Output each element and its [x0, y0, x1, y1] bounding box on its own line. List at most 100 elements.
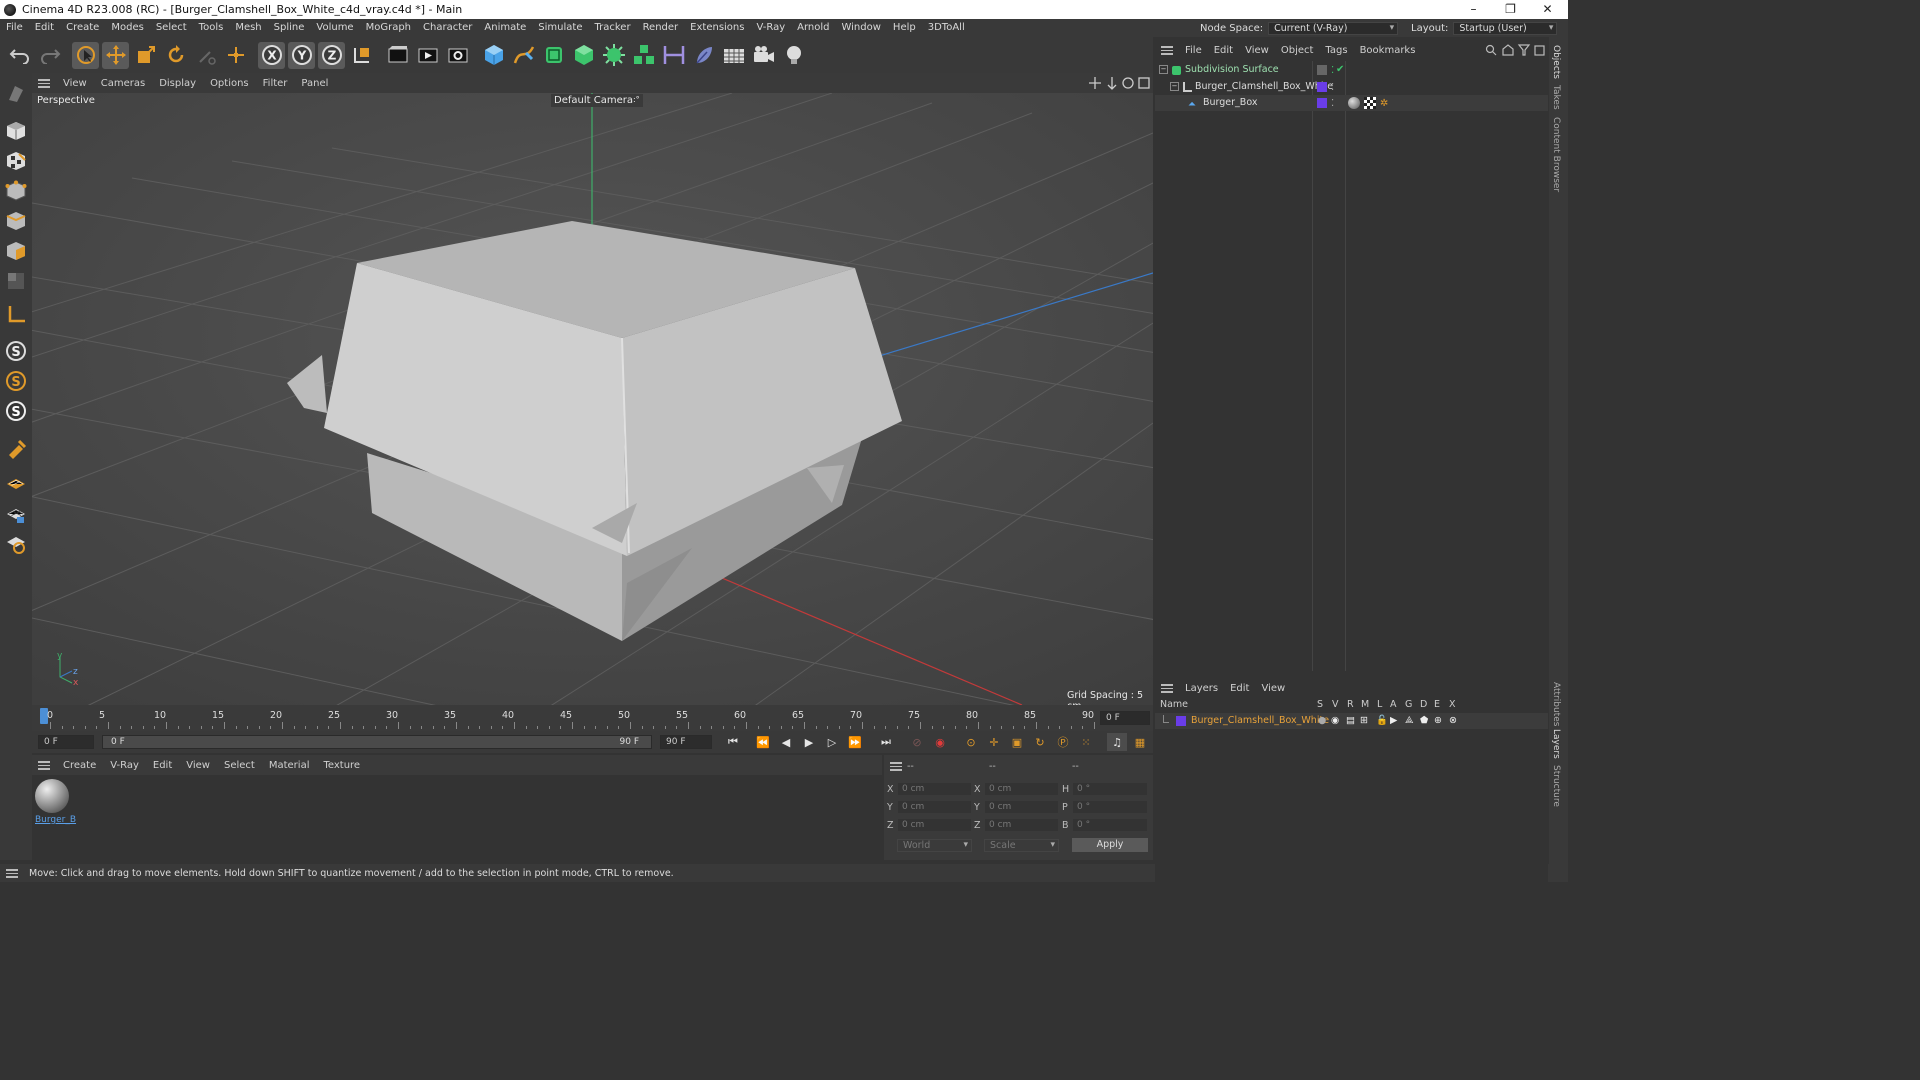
layer-name[interactable]: Burger_Clamshell_Box_White	[1191, 713, 1329, 729]
record-keys-icon[interactable]: ⊘	[907, 733, 927, 751]
objects-menu-file[interactable]: File	[1179, 45, 1208, 56]
material-name[interactable]: Burger_B	[35, 815, 76, 825]
recent-tools-icon[interactable]	[192, 42, 219, 69]
column-view[interactable]: V	[1332, 699, 1339, 710]
3d-viewport[interactable]: Perspective Default Camera :° Grid Spaci…	[32, 93, 1153, 705]
snap-icon[interactable]: S	[3, 338, 28, 363]
size-x-field[interactable]: 0 cm	[984, 782, 1059, 796]
object-row-burger-clamshell-box-white[interactable]: − Burger_Clamshell_Box_White ⁚	[1155, 79, 1548, 95]
rotate-icon[interactable]	[162, 42, 189, 69]
menu-tools[interactable]: Tools	[193, 19, 230, 37]
objects-menu-tags[interactable]: Tags	[1319, 45, 1353, 56]
previous-keyframe-icon[interactable]: ⏪	[753, 733, 773, 751]
cube-primitive-icon[interactable]	[480, 42, 507, 69]
object-row-subdivision-surface[interactable]: − Subdivision Surface ⁚ ✔	[1155, 62, 1548, 78]
go-to-end-icon[interactable]: ⏭	[876, 733, 896, 751]
side-tab-structure[interactable]: Structure	[1551, 765, 1561, 807]
menu-file[interactable]: File	[0, 19, 29, 37]
polygons-mode-icon[interactable]	[3, 238, 28, 263]
current-frame-field[interactable]: 0 F	[1100, 711, 1150, 725]
collapse-toggle-icon[interactable]: −	[1159, 65, 1168, 74]
viewport-menu-cameras[interactable]: Cameras	[94, 78, 152, 89]
y-axis-lock-icon[interactable]: Y	[288, 41, 315, 69]
enabled-check-icon[interactable]: ✔	[1336, 62, 1344, 78]
size-mode-dropdown[interactable]: Scale	[984, 839, 1059, 852]
objects-menu-edit[interactable]: Edit	[1208, 45, 1239, 56]
uv-mode-icon[interactable]	[3, 268, 28, 293]
end-frame-field[interactable]: 90 F	[660, 735, 712, 749]
side-tab-takes[interactable]: Takes	[1551, 85, 1561, 110]
edges-mode-icon[interactable]	[3, 208, 28, 233]
column-locked[interactable]: L	[1377, 699, 1382, 710]
key-rotation-icon[interactable]: ↻	[1030, 733, 1050, 751]
layer-color-swatch[interactable]	[1317, 82, 1327, 92]
visibility-dots-icon[interactable]: ⁚	[1331, 96, 1334, 112]
layer-color-swatch[interactable]	[1317, 98, 1327, 108]
cloner-icon[interactable]	[600, 42, 627, 69]
material-menu-texture[interactable]: Texture	[316, 760, 367, 771]
objects-menu-icon[interactable]	[1161, 45, 1173, 55]
camera-icon[interactable]	[750, 42, 777, 69]
rot-p-field[interactable]: 0 °	[1072, 800, 1148, 814]
scale-icon[interactable]	[132, 42, 159, 69]
layer-generators-icon[interactable]: ⟁	[1405, 713, 1413, 729]
subdivision-surface-icon[interactable]	[540, 42, 567, 69]
redo-icon[interactable]	[36, 42, 63, 69]
menu-tracker[interactable]: Tracker	[588, 19, 636, 37]
world-axis-icon[interactable]	[222, 42, 249, 69]
key-pla-icon[interactable]: ⁙	[1076, 733, 1096, 751]
material-menu-select[interactable]: Select	[217, 760, 262, 771]
coordinates-menu-icon[interactable]	[890, 762, 902, 771]
menu-vray[interactable]: V-Ray	[750, 19, 791, 37]
menu-extensions[interactable]: Extensions	[684, 19, 750, 37]
coordinate-mode-dropdown[interactable]: World	[897, 839, 972, 852]
layer-deformers-icon[interactable]: ⬟	[1420, 713, 1428, 729]
material-menu-create[interactable]: Create	[56, 760, 103, 771]
objects-menu-view[interactable]: View	[1239, 45, 1275, 56]
side-tab-attributes[interactable]: Attributes	[1551, 682, 1561, 726]
points-mode-icon[interactable]	[3, 178, 28, 203]
menu-volume[interactable]: Volume	[310, 19, 359, 37]
menu-character[interactable]: Character	[417, 19, 478, 37]
render-to-picture-viewer-icon[interactable]	[414, 42, 441, 69]
render-settings-icon[interactable]	[444, 42, 471, 69]
objects-menu-object[interactable]: Object	[1275, 45, 1320, 56]
floor-icon[interactable]	[720, 42, 747, 69]
layer-xref-icon[interactable]: ⊗	[1449, 713, 1457, 729]
frame-range-slider[interactable]: 0 F 90 F	[102, 735, 652, 749]
live-selection-icon[interactable]	[72, 41, 99, 69]
column-expressions[interactable]: E	[1434, 699, 1440, 710]
play-icon[interactable]: ▶	[799, 733, 819, 751]
next-keyframe-icon[interactable]: ⏩	[845, 733, 865, 751]
menu-select[interactable]: Select	[150, 19, 193, 37]
timeline-window-icon[interactable]: ▦	[1130, 733, 1150, 751]
objects-search-filter-icons[interactable]	[1485, 44, 1545, 57]
menu-create[interactable]: Create	[60, 19, 105, 37]
layer-lock-icon[interactable]: 🔓	[1376, 713, 1388, 729]
material-preview-sphere[interactable]	[35, 779, 69, 813]
collapse-toggle-icon[interactable]: −	[1170, 82, 1179, 91]
layer-animation-icon[interactable]: ▶	[1390, 713, 1397, 729]
menu-window[interactable]: Window	[835, 19, 886, 37]
visibility-dots-icon[interactable]: ⁚	[1331, 63, 1334, 79]
side-tab-layers[interactable]: Layers	[1551, 729, 1561, 759]
viewport-menu-filter[interactable]: Filter	[256, 78, 295, 89]
viewport-menu-view[interactable]: View	[56, 78, 94, 89]
next-frame-icon[interactable]: ▷	[822, 733, 842, 751]
layer-solo-icon[interactable]: ●	[1318, 713, 1326, 729]
menu-arnold[interactable]: Arnold	[791, 19, 835, 37]
layer-color-swatch[interactable]	[1176, 716, 1186, 726]
active-camera-label[interactable]: Default Camera :°	[551, 94, 643, 107]
keyframe-selection-icon[interactable]: ⊙	[961, 733, 981, 751]
uvw-tag-icon[interactable]	[1364, 97, 1376, 109]
size-z-field[interactable]: 0 cm	[984, 818, 1059, 832]
menu-spline[interactable]: Spline	[268, 19, 311, 37]
column-solo[interactable]: S	[1317, 699, 1323, 710]
z-axis-lock-icon[interactable]: Z	[318, 41, 345, 69]
timeline-ruler[interactable]: 0 5 10 15 20 25 30 35 40 45 50 55 60 65 …	[32, 705, 1153, 731]
apply-button[interactable]: Apply	[1072, 838, 1148, 852]
column-animation[interactable]: A	[1390, 699, 1397, 710]
layers-menu-layers[interactable]: Layers	[1179, 683, 1224, 694]
deformer-icon[interactable]	[660, 42, 687, 69]
previous-frame-icon[interactable]: ◀	[776, 733, 796, 751]
